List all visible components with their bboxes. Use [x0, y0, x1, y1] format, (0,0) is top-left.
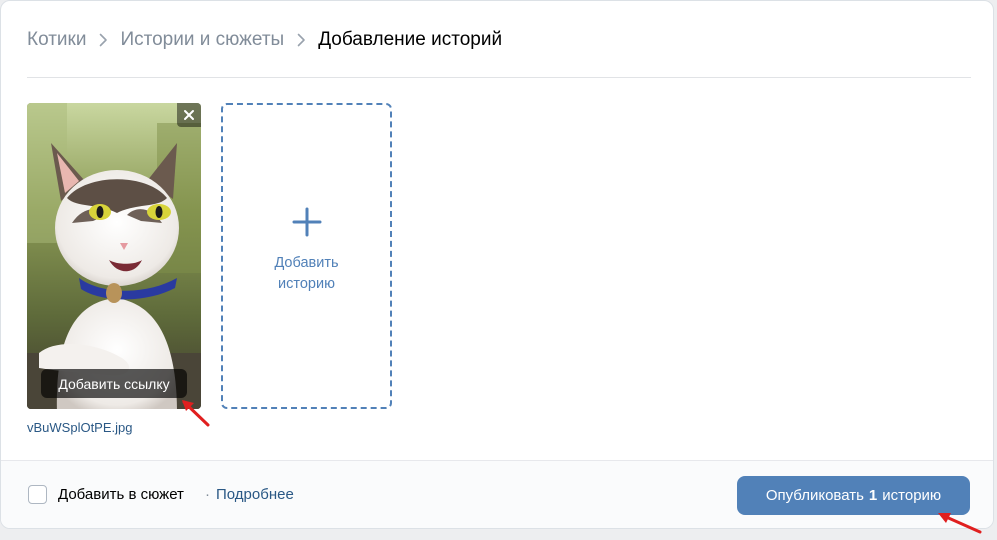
add-story-label: Добавить историю	[252, 253, 362, 295]
add-story-label-line2: историю	[278, 276, 335, 292]
publish-button[interactable]: Опубликовать 1 историю	[737, 476, 970, 515]
close-icon	[184, 110, 194, 120]
header-divider	[27, 77, 971, 78]
page-title: Добавление историй	[318, 29, 503, 50]
publish-suffix: историю	[882, 487, 942, 504]
story-filename: vBuWSplOtPE.jpg	[27, 420, 133, 435]
footer-bar: Добавить в сюжет · Подробнее Опубликоват…	[1, 460, 993, 528]
publish-prefix: Опубликовать	[765, 487, 864, 504]
plus-icon	[292, 207, 321, 237]
story-thumbnail[interactable]: Добавить ссылку	[27, 103, 201, 409]
cat-photo	[27, 103, 201, 409]
add-story-button[interactable]: Добавить историю	[221, 103, 392, 409]
add-to-plot-checkbox[interactable]	[28, 485, 47, 504]
publish-count: 1	[868, 487, 878, 504]
add-to-plot-label[interactable]: Добавить в сюжет	[58, 486, 184, 503]
chevron-right-icon	[86, 28, 120, 52]
separator-dot: ·	[205, 486, 210, 503]
more-info-link[interactable]: Подробнее	[216, 486, 294, 503]
remove-story-button[interactable]	[177, 103, 201, 127]
breadcrumb: Котики Истории и сюжеты Добавление истор…	[27, 28, 502, 52]
add-link-button[interactable]: Добавить ссылку	[41, 369, 187, 398]
breadcrumb-item-kotiki[interactable]: Котики	[27, 29, 86, 51]
chevron-right-icon	[284, 28, 318, 52]
stories-upload-card: Котики Истории и сюжеты Добавление истор…	[0, 0, 994, 529]
breadcrumb-item-stories[interactable]: Истории и сюжеты	[120, 29, 284, 51]
add-story-label-line1: Добавить	[274, 255, 339, 271]
